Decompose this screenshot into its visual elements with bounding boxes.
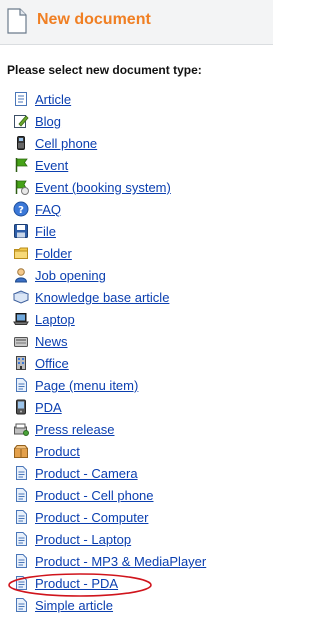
- document-type-link[interactable]: Product - Laptop: [35, 532, 131, 547]
- product-icon[interactable]: [13, 443, 29, 459]
- office-icon[interactable]: [13, 355, 29, 371]
- document-type-link[interactable]: Product - Cell phone: [35, 488, 154, 503]
- document-type-link[interactable]: Folder: [35, 246, 72, 261]
- document-type-link[interactable]: Product - Computer: [35, 510, 148, 525]
- document-type-link[interactable]: FAQ: [35, 202, 61, 217]
- help-icon[interactable]: ?: [13, 201, 29, 217]
- document-type-link[interactable]: Cell phone: [35, 136, 97, 151]
- event-flag-icon[interactable]: [13, 157, 29, 173]
- document-type-link[interactable]: File: [35, 224, 56, 239]
- svg-text:?: ?: [18, 205, 24, 216]
- news-icon[interactable]: [13, 333, 29, 349]
- document-type-link[interactable]: Blog: [35, 114, 61, 129]
- page-icon[interactable]: [13, 377, 29, 393]
- page-icon[interactable]: [13, 575, 29, 591]
- floppy-icon[interactable]: [13, 223, 29, 239]
- page-title: New document: [37, 11, 151, 28]
- document-type-link[interactable]: Product - PDA: [35, 576, 118, 591]
- article-icon[interactable]: [13, 91, 29, 107]
- document-type-link[interactable]: Press release: [35, 422, 114, 437]
- document-type-link[interactable]: PDA: [35, 400, 62, 415]
- document-type-link[interactable]: Laptop: [35, 312, 75, 327]
- page-icon[interactable]: [13, 465, 29, 481]
- page-icon[interactable]: [13, 597, 29, 613]
- document-type-link[interactable]: News: [35, 334, 68, 349]
- select-type-prompt: Please select new document type:: [7, 63, 202, 77]
- page-icon[interactable]: [13, 553, 29, 569]
- blog-icon[interactable]: [13, 113, 29, 129]
- page-icon[interactable]: [13, 509, 29, 525]
- document-type-link[interactable]: Simple article: [35, 598, 113, 613]
- person-icon[interactable]: [13, 267, 29, 283]
- document-type-link[interactable]: Knowledge base article: [35, 290, 169, 305]
- document-type-link[interactable]: Product - MP3 & MediaPlayer: [35, 554, 206, 569]
- folder-icon[interactable]: [13, 245, 29, 261]
- document-type-link[interactable]: Product: [35, 444, 80, 459]
- document-type-link[interactable]: Event (booking system): [35, 180, 171, 195]
- page-icon[interactable]: [13, 487, 29, 503]
- document-type-link[interactable]: Product - Camera: [35, 466, 138, 481]
- document-type-link[interactable]: Office: [35, 356, 69, 371]
- pda-icon[interactable]: [13, 399, 29, 415]
- document-type-link[interactable]: Job opening: [35, 268, 106, 283]
- press-release-icon[interactable]: [13, 421, 29, 437]
- cell-phone-icon[interactable]: [13, 135, 29, 151]
- page-icon[interactable]: [13, 531, 29, 547]
- book-icon[interactable]: [13, 289, 29, 305]
- header-bar: New document: [0, 0, 273, 45]
- document-type-link[interactable]: Article: [35, 92, 71, 107]
- document-type-link[interactable]: Page (menu item): [35, 378, 138, 393]
- laptop-icon[interactable]: [13, 311, 29, 327]
- document-type-link[interactable]: Event: [35, 158, 68, 173]
- booking-event-icon[interactable]: [13, 179, 29, 195]
- document-icon: [7, 8, 27, 34]
